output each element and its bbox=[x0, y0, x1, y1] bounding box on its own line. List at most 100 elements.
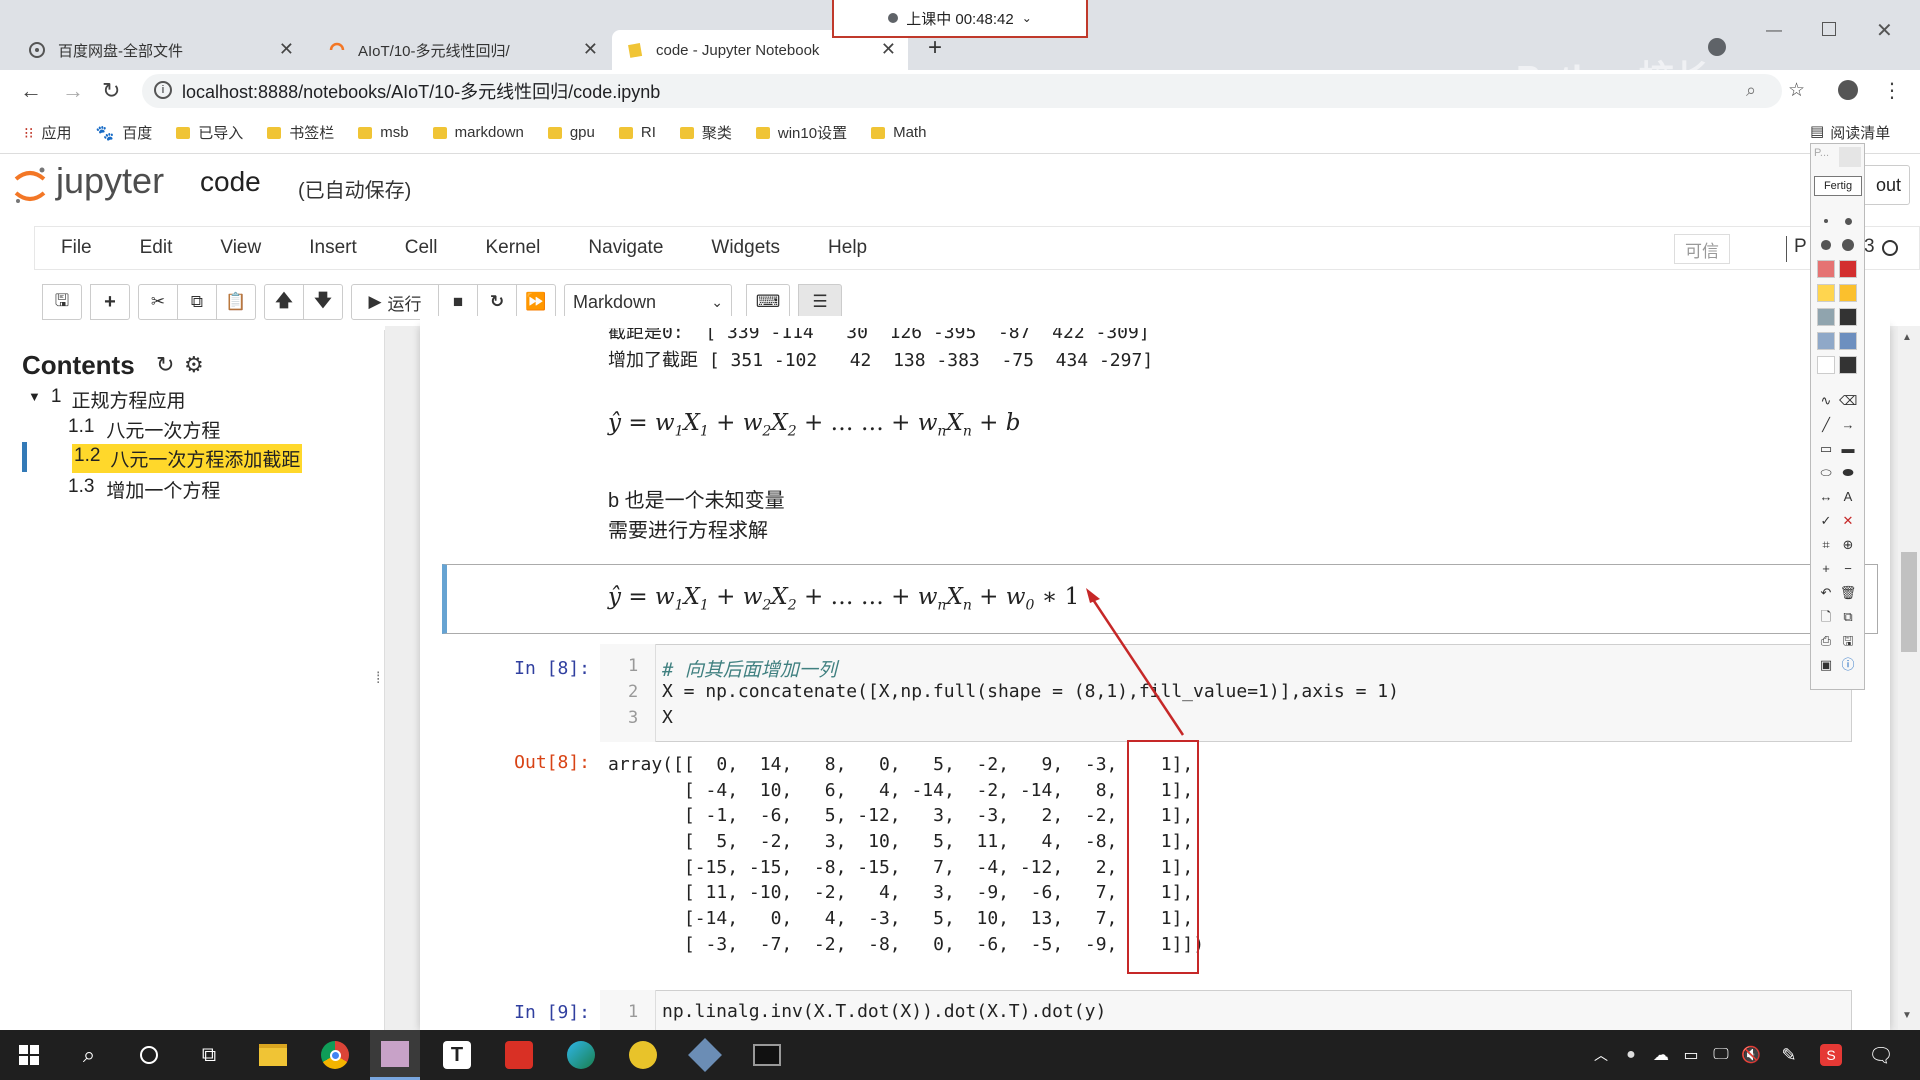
scroll-thumb[interactable] bbox=[1901, 552, 1917, 652]
save-button[interactable]: 🖫 bbox=[42, 284, 82, 320]
palette-screen-icon[interactable]: ▣ bbox=[1817, 656, 1835, 674]
reload-icon[interactable]: ↻ bbox=[102, 78, 120, 104]
interrupt-button[interactable]: ■ bbox=[438, 284, 478, 320]
refresh-icon[interactable]: ↻ bbox=[156, 352, 174, 378]
palette-dot-small-icon[interactable] bbox=[1817, 212, 1835, 230]
palette-zoom-in-icon[interactable]: ⊕ bbox=[1839, 536, 1857, 554]
star-icon[interactable]: ☆ bbox=[1788, 79, 1805, 102]
palette-color-red-light[interactable] bbox=[1817, 260, 1835, 278]
restart-button[interactable]: ↻ bbox=[477, 284, 517, 320]
menu-insert[interactable]: Insert bbox=[309, 237, 357, 259]
palette-eraser-icon[interactable]: ⌫ bbox=[1839, 392, 1857, 410]
bookmark-msb[interactable]: msb bbox=[358, 124, 409, 141]
cut-button[interactable]: ✂ bbox=[138, 284, 178, 320]
palette-arrow-icon[interactable]: → bbox=[1839, 416, 1857, 434]
info-icon[interactable]: i bbox=[154, 81, 172, 99]
palette-done-button[interactable]: Fertig bbox=[1814, 176, 1862, 196]
resize-handle[interactable]: ⁞ bbox=[376, 670, 380, 688]
windows-start-icon[interactable] bbox=[4, 1030, 54, 1080]
cortana-icon[interactable] bbox=[124, 1030, 174, 1080]
palette-line-icon[interactable]: ╱ bbox=[1817, 416, 1835, 434]
zoom-icon[interactable]: ⌕ bbox=[1746, 80, 1756, 101]
palette-color-dark[interactable] bbox=[1839, 356, 1857, 374]
palette-color-yellow-light[interactable] bbox=[1817, 284, 1835, 302]
palette-input[interactable]: P... bbox=[1814, 147, 1838, 167]
palette-double-arrow-icon[interactable]: ↔ bbox=[1817, 488, 1835, 506]
jupyter-logo-text[interactable]: jupyter bbox=[56, 160, 164, 202]
bookmark-apps[interactable]: ⁝⁝ 应用 bbox=[24, 122, 72, 143]
python-app-icon[interactable] bbox=[618, 1030, 668, 1080]
palette-color-red[interactable] bbox=[1839, 260, 1857, 278]
palette-rectangle-icon[interactable]: ▭ bbox=[1817, 440, 1835, 458]
bookmark-markdown[interactable]: markdown bbox=[432, 124, 524, 141]
toc-item-active[interactable]: 1.2 八元一次方程添加截距 bbox=[72, 444, 303, 473]
window-close-icon[interactable]: ✕ bbox=[1876, 18, 1893, 43]
palette-info-icon[interactable]: ⓘ bbox=[1839, 656, 1857, 674]
typora-icon[interactable]: T bbox=[432, 1030, 482, 1080]
menu-navigate[interactable]: Navigate bbox=[588, 237, 663, 259]
avatar[interactable] bbox=[1838, 80, 1858, 100]
menu-widgets[interactable]: Widgets bbox=[711, 237, 780, 259]
file-explorer-icon[interactable] bbox=[248, 1030, 298, 1080]
notebook-name[interactable]: code bbox=[200, 166, 261, 198]
terminal-icon[interactable] bbox=[742, 1030, 792, 1080]
toc-toggle-button[interactable]: ☰ bbox=[798, 284, 842, 320]
bookmark-win10[interactable]: win10设置 bbox=[755, 122, 847, 143]
minimize-icon[interactable]: — bbox=[1766, 22, 1782, 40]
palette-ellipse-icon[interactable]: ⬭ bbox=[1817, 464, 1835, 482]
close-icon[interactable]: ✕ bbox=[583, 39, 598, 60]
command-palette-button[interactable]: ⌨ bbox=[746, 284, 790, 320]
back-icon[interactable]: ← bbox=[20, 78, 42, 104]
palette-new-page-icon[interactable]: 🗋 bbox=[1817, 608, 1835, 626]
task-view-icon[interactable]: ⧉ bbox=[184, 1030, 234, 1080]
bookmark-ri[interactable]: RI bbox=[618, 124, 656, 141]
paste-button[interactable]: 📋 bbox=[216, 284, 256, 320]
paint-app-icon[interactable] bbox=[370, 1030, 420, 1080]
insert-cell-button[interactable]: + bbox=[90, 284, 130, 320]
ime-icon[interactable]: S bbox=[1806, 1030, 1856, 1080]
menu-file[interactable]: File bbox=[61, 237, 92, 259]
pdf-reader-icon[interactable] bbox=[494, 1030, 544, 1080]
toc-item[interactable]: 1.3 增加一个方程 bbox=[68, 476, 220, 503]
bookmark-math[interactable]: Math bbox=[871, 124, 926, 141]
palette-cross-icon[interactable]: ✕ bbox=[1839, 512, 1857, 530]
toc-item[interactable]: 1.1 八元一次方程 bbox=[68, 416, 220, 443]
palette-color-blue[interactable] bbox=[1839, 332, 1857, 350]
gear-icon[interactable]: ⚙ bbox=[184, 352, 204, 378]
profile-menu-icon[interactable] bbox=[1708, 38, 1726, 56]
new-tab-icon[interactable]: + bbox=[928, 34, 942, 62]
palette-color-white[interactable] bbox=[1817, 356, 1835, 374]
maximize-icon[interactable] bbox=[1822, 22, 1836, 36]
bookmark-bar-folder[interactable]: 书签栏 bbox=[267, 122, 334, 143]
palette-dot-xlarge-icon[interactable] bbox=[1839, 236, 1857, 254]
scrollbar[interactable]: ▲ ▼ bbox=[1898, 326, 1920, 1030]
palette-print-icon[interactable]: ⎙ bbox=[1817, 632, 1835, 650]
palette-minus-icon[interactable]: − bbox=[1839, 560, 1857, 578]
copy-button[interactable]: ⧉ bbox=[177, 284, 217, 320]
cell-type-select[interactable]: Markdown ⌄ bbox=[564, 284, 732, 320]
toc-item[interactable]: ▼ 1 正规方程应用 bbox=[28, 386, 185, 413]
move-up-button[interactable]: 🡅 bbox=[264, 284, 304, 320]
tab-aiot[interactable]: AIoT/10-多元线性回归/ ✕ bbox=[314, 30, 610, 70]
palette-plus-icon[interactable]: + bbox=[1817, 560, 1835, 578]
notification-icon[interactable]: 🗨 bbox=[1856, 1030, 1906, 1080]
palette-crop-icon[interactable]: ⌗ bbox=[1817, 536, 1835, 554]
palette-undo-icon[interactable]: ↶ bbox=[1817, 584, 1835, 602]
palette-color-gray-blue[interactable] bbox=[1817, 308, 1835, 326]
edge-icon[interactable] bbox=[556, 1030, 606, 1080]
menu-view[interactable]: View bbox=[220, 237, 261, 259]
jupyter-logo-icon[interactable] bbox=[12, 163, 48, 207]
run-button[interactable]: ▶ 运行 bbox=[351, 284, 439, 320]
palette-freehand-icon[interactable]: ∿ bbox=[1817, 392, 1835, 410]
close-icon[interactable]: ✕ bbox=[881, 39, 896, 60]
vm-app-icon[interactable] bbox=[680, 1030, 730, 1080]
palette-trash-icon[interactable]: 🗑 bbox=[1839, 584, 1857, 602]
palette-save-icon[interactable]: 🖫 bbox=[1839, 632, 1857, 650]
bookmark-baidu[interactable]: 🐾 百度 bbox=[96, 122, 153, 143]
menu-kernel[interactable]: Kernel bbox=[485, 237, 540, 259]
chrome-icon[interactable] bbox=[310, 1030, 360, 1080]
menu-help[interactable]: Help bbox=[828, 237, 867, 259]
reading-list[interactable]: ▤ 阅读清单 bbox=[1810, 122, 1890, 143]
bookmark-gpu[interactable]: gpu bbox=[547, 124, 595, 141]
palette-copy-icon[interactable]: ⧉ bbox=[1839, 608, 1857, 626]
